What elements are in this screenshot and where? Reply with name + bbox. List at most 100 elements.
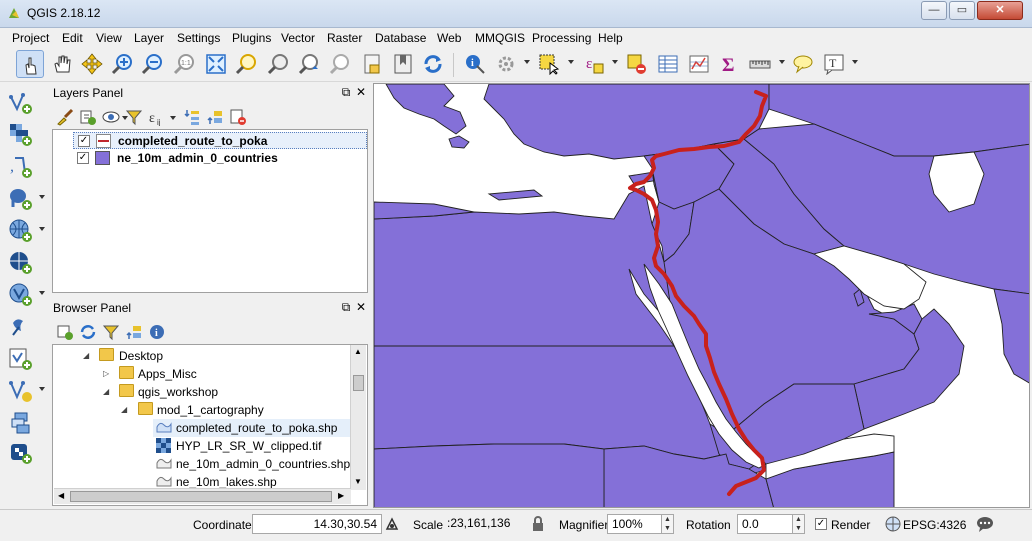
zoom-in-button[interactable] [108,50,136,78]
collapse-all-icon[interactable] [125,323,143,341]
action-dropdown-caret[interactable] [524,60,530,64]
menu-settings[interactable]: Settings [177,31,220,45]
browser-panel-close-button[interactable]: ✕ [354,300,368,314]
pan-to-selection-button[interactable] [78,50,106,78]
add-mssql-layer-button[interactable] [7,439,35,467]
menu-mmqgis[interactable]: MMQGIS [475,31,525,45]
new-shapefile-layer-button[interactable] [7,345,35,373]
annotation-dropdown-caret[interactable] [852,60,858,64]
map-tips-button[interactable] [789,50,817,78]
measure-line-button[interactable] [746,50,774,78]
menu-project[interactable]: Project [12,31,49,45]
expanded-arrow-icon[interactable]: ◢ [83,351,89,360]
collapse-all-icon[interactable] [206,108,224,126]
messages-bubble-icon[interactable] [976,516,994,532]
maximize-button[interactable]: ▭ [949,1,975,20]
menu-view[interactable]: View [96,31,122,45]
scale-lock-icon[interactable] [531,516,545,532]
crs-globe-icon[interactable] [885,516,901,532]
magnifier-field[interactable]: 100% [607,514,662,534]
zoom-to-selection-button[interactable] [232,50,260,78]
add-wfs-layer-button[interactable] [7,281,35,309]
tree-item-route-shapefile[interactable]: completed_route_to_poka.shp [153,419,351,437]
field-calculator-button[interactable]: Σ [715,50,743,78]
remove-layer-icon[interactable] [229,108,247,126]
coordinate-field[interactable]: 14.30,30.54 [252,514,382,534]
open-attribute-table-button[interactable] [654,50,682,78]
add-selected-layers-icon[interactable] [56,323,74,341]
browser-vertical-scrollbar[interactable]: ▲ ▼ [350,345,366,490]
tree-item-hyp-raster[interactable]: HYP_LR_SR_W_clipped.tif [153,437,351,455]
scroll-thumb[interactable] [70,491,332,502]
filter-funnel-icon[interactable] [125,108,143,126]
menu-vector[interactable]: Vector [281,31,315,45]
add-delimited-text-layer-button[interactable]: , [7,153,35,181]
layers-panel-float-button[interactable]: ⧉ [339,85,353,99]
zoom-to-layer-button[interactable] [264,50,292,78]
menu-web[interactable]: Web [437,31,461,45]
add-wms-layer-button[interactable] [7,217,35,245]
add-spatialite-layer-button[interactable] [7,313,35,341]
expression-dropdown-caret[interactable] [612,60,618,64]
add-wcs-layer-button[interactable] [7,249,35,277]
info-icon[interactable]: i [148,323,166,341]
browser-panel-float-button[interactable]: ⧉ [339,300,353,314]
zoom-out-button[interactable] [138,50,166,78]
new-layer-dropdown-caret[interactable] [39,387,45,391]
scale-field[interactable]: :23,161,136 [443,514,527,534]
visibility-eye-icon[interactable] [102,108,120,126]
menu-raster[interactable]: Raster [327,31,362,45]
select-dropdown-caret[interactable] [568,60,574,64]
scroll-left-arrow[interactable]: ◀ [58,491,64,500]
map-rendering[interactable] [374,84,1030,508]
layers-panel-close-button[interactable]: ✕ [354,85,368,99]
coordinate-toggle-icon[interactable] [384,516,400,532]
wms-dropdown-caret[interactable] [39,227,45,231]
minimize-button[interactable]: — [921,1,947,20]
style-brush-icon[interactable] [56,108,74,126]
zoom-full-button[interactable] [202,50,230,78]
scroll-thumb[interactable] [353,375,364,391]
bookmarks-button[interactable] [389,50,417,78]
filter-funnel-icon[interactable] [102,323,120,341]
deselect-all-button[interactable] [623,50,651,78]
tree-item-desktop[interactable]: ◢ Desktop [53,347,351,365]
menu-help[interactable]: Help [598,31,623,45]
layer-visibility-checkbox[interactable]: ✓ [77,152,89,164]
measure-dropdown-caret[interactable] [779,60,785,64]
scroll-up-arrow[interactable]: ▲ [354,347,362,356]
refresh-icon[interactable] [79,323,97,341]
add-group-icon[interactable] [79,108,97,126]
zoom-native-button[interactable]: 1:1 [170,50,198,78]
add-vector-layer-button[interactable] [7,89,35,117]
select-by-expression-button[interactable]: ε [580,50,608,78]
add-postgis-layer-button[interactable] [7,185,35,213]
layer-item-countries[interactable]: ✓ ne_10m_admin_0_countries [73,150,367,167]
tree-item-qgis-workshop[interactable]: ◢ qgis_workshop [53,383,351,401]
pan-button[interactable] [48,50,76,78]
new-map-view-button[interactable] [358,50,386,78]
zoom-next-button[interactable] [326,50,354,78]
menu-layer[interactable]: Layer [134,31,164,45]
rotation-field[interactable]: 0.0 [737,514,793,534]
close-button[interactable]: ✕ [977,1,1023,20]
browser-horizontal-scrollbar[interactable]: ◀ ▶ [54,488,351,504]
expand-all-icon[interactable] [183,108,201,126]
layer-item-completed-route[interactable]: ✓ completed_route_to_poka [73,132,367,149]
tree-item-countries-shapefile[interactable]: ne_10m_admin_0_countries.shp [153,455,351,473]
menu-edit[interactable]: Edit [62,31,83,45]
refresh-button[interactable] [419,50,447,78]
new-spatialite-layer-button[interactable] [7,377,35,405]
expanded-arrow-icon[interactable]: ◢ [121,405,127,414]
tree-item-apps-misc[interactable]: ▷ Apps_Misc [53,365,351,383]
menu-database[interactable]: Database [375,31,426,45]
run-feature-action-button[interactable] [492,50,520,78]
text-annotation-button[interactable]: T [820,50,848,78]
statistical-summary-button[interactable] [685,50,713,78]
menu-processing[interactable]: Processing [532,31,591,45]
render-checkbox[interactable]: ✓ [815,518,827,530]
add-virtual-layer-button[interactable] [7,409,35,437]
rotation-spinner[interactable]: ▲ ▼ [792,514,805,534]
add-raster-layer-button[interactable] [7,121,35,149]
scroll-right-arrow[interactable]: ▶ [338,491,344,500]
